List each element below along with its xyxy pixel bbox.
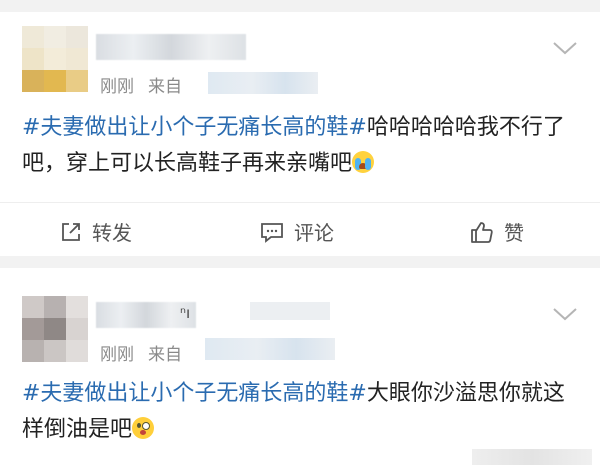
like-label: 赞 [504,221,524,245]
winking-face-icon [132,417,155,439]
timestamp: 刚刚 [100,345,134,365]
watermark [472,449,592,465]
username-blurred[interactable] [96,34,246,60]
comment-button[interactable]: 评论 [260,217,334,246]
like-button[interactable]: 赞 [470,217,524,246]
post-meta: 刚刚 来自 [100,340,182,365]
topic-link[interactable]: #夫妻做出让小个子无痛长高的鞋# [22,115,367,140]
thumbs-up-icon [471,221,493,243]
crying-face-icon [352,151,375,173]
source-label: 来自 [148,77,182,97]
avatar[interactable] [22,296,88,362]
repost-button[interactable]: 转发 [60,217,132,246]
repost-label: 转发 [92,221,132,245]
avatar[interactable] [22,26,88,92]
post-text: #夫妻做出让小个子无痛长高的鞋#大眼你沙溢思你就这样倒油是吧 [22,376,582,448]
chevron-down-icon[interactable] [552,40,578,56]
post-text: #夫妻做出让小个子无痛长高的鞋#哈哈哈哈哈我不行了吧，穿上可以长高鞋子再来亲嘴吧 [22,110,582,182]
repost-icon [62,222,80,241]
post-meta: 刚刚 来自 [100,72,182,97]
post-card: ⁿı 刚刚 来自 #夫妻做出让小个子无痛长高的鞋#大眼你沙溢思你就这样倒油是吧 [0,268,600,471]
username-fragment[interactable]: ⁿı [180,304,190,322]
topic-link[interactable]: #夫妻做出让小个子无痛长高的鞋# [22,381,367,406]
chevron-down-icon[interactable] [552,306,578,322]
action-bar: 转发 评论 赞 [0,202,600,255]
source-label: 来自 [148,345,182,365]
source-blurred[interactable] [205,338,335,360]
source-blurred[interactable] [208,72,318,94]
comment-icon [261,222,283,243]
post-card: 刚刚 来自 #夫妻做出让小个子无痛长高的鞋#哈哈哈哈哈我不行了吧，穿上可以长高鞋子… [0,12,600,256]
username-blurred-tail [250,302,330,320]
timestamp: 刚刚 [100,77,134,97]
comment-label: 评论 [294,221,334,245]
